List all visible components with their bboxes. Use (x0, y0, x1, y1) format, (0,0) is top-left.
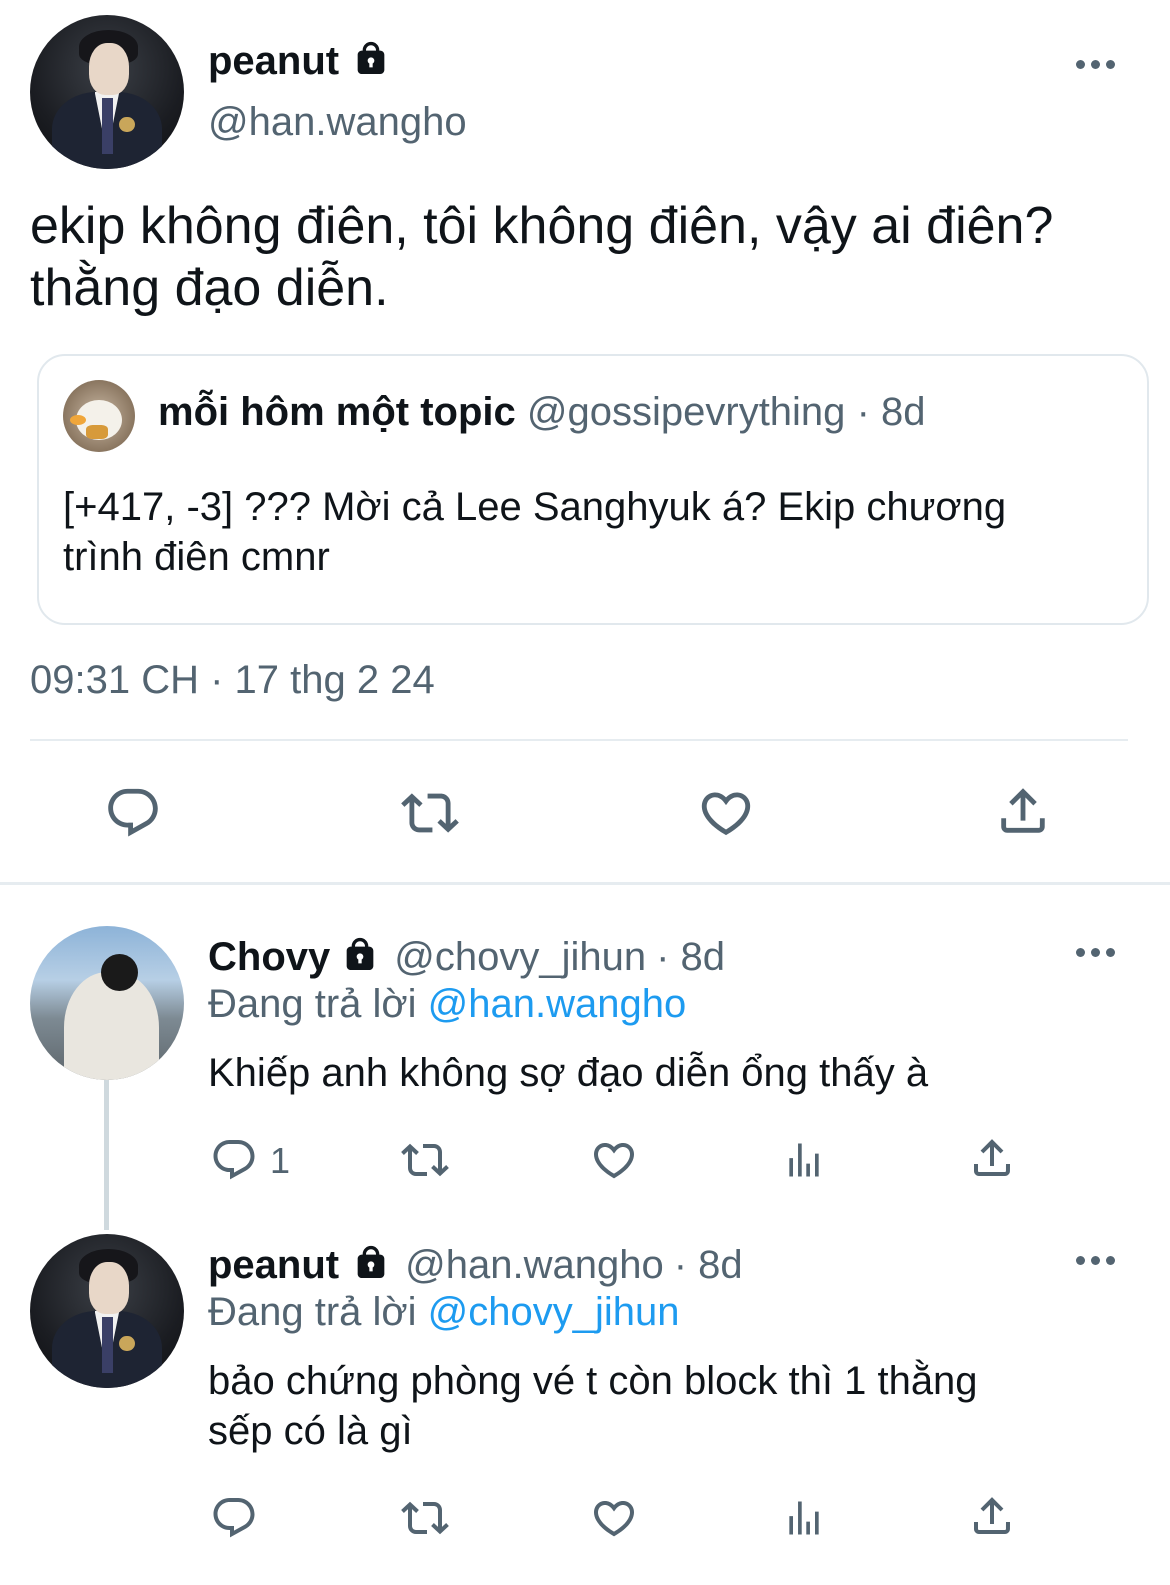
share-icon[interactable] (968, 1492, 1016, 1540)
replying-to-prefix: Đang trả lời (208, 1290, 417, 1334)
tweet-timestamp[interactable]: 09:31 CH · 17 thg 2 24 (30, 658, 435, 703)
reply-icon[interactable] (210, 1494, 258, 1542)
reply-author-handle[interactable]: @chovy_jihun (394, 935, 646, 980)
reply-author-name[interactable]: peanut (208, 1243, 339, 1288)
like-icon[interactable] (590, 1494, 638, 1542)
replying-to-line: Đang trả lời @chovy_jihun (208, 1290, 680, 1335)
quoted-author-handle: @gossipevrything (526, 390, 846, 434)
thread-connector (104, 1080, 109, 1230)
reply-text-line: bảo chứng phòng vé t còn block thì 1 thằ… (208, 1359, 978, 1403)
reply-header: Chovy @chovy_jihun · 8d (208, 932, 725, 982)
reply-icon[interactable] (104, 784, 162, 842)
reply-author-avatar[interactable] (30, 1234, 184, 1388)
reply-text-line: Khiếp anh không sợ đạo diễn ổng thấy à (208, 1051, 929, 1095)
replying-to-link[interactable]: @han.wangho (428, 982, 687, 1026)
retweet-icon[interactable] (398, 1494, 452, 1542)
quoted-text-line: [+417, -3] ??? Mời cả Lee Sanghyuk á? Ek… (63, 485, 1007, 529)
reply-text: Khiếp anh không sợ đạo diễn ổng thấy à (208, 1048, 928, 1098)
author-avatar[interactable] (30, 15, 184, 169)
reply-time: · 8d (656, 934, 726, 979)
quoted-text-line: trình điên cmnr (63, 535, 330, 579)
like-icon[interactable] (590, 1136, 638, 1184)
tweet-text: ekip không điên, tôi không điên, vậy ai … (30, 195, 1053, 319)
tweet-text-line: thằng đạo diễn. (30, 259, 389, 317)
quoted-author-avatar (63, 380, 135, 452)
share-icon[interactable] (968, 1134, 1016, 1182)
quoted-time: · 8d (856, 390, 926, 434)
reply-header: peanut @han.wangho · 8d (208, 1240, 743, 1290)
retweet-icon[interactable] (398, 1136, 452, 1184)
reply-text-line: sếp có là gì (208, 1409, 413, 1453)
author-name-row[interactable]: peanut (208, 36, 391, 86)
retweet-icon[interactable] (398, 784, 462, 842)
replying-to-line: Đang trả lời @han.wangho (208, 982, 686, 1027)
replying-to-prefix: Đang trả lời (208, 982, 417, 1026)
lock-icon (351, 1243, 391, 1288)
reply-author-name[interactable]: Chovy (208, 935, 330, 980)
quoted-text: [+417, -3] ??? Mời cả Lee Sanghyuk á? Ek… (63, 482, 1006, 582)
tweet-text-line: ekip không điên, tôi không điên, vậy ai … (30, 197, 1054, 255)
reply-author-handle[interactable]: @han.wangho (405, 1243, 664, 1288)
divider (30, 739, 1128, 741)
lock-icon (340, 935, 380, 980)
reply-author-avatar[interactable] (30, 926, 184, 1080)
more-options-icon[interactable] (1076, 1256, 1116, 1268)
like-icon[interactable] (697, 784, 755, 842)
reply-count: 1 (270, 1140, 291, 1181)
quoted-author-row: mỗi hôm một topic @gossipevrything · 8d (158, 390, 926, 435)
more-options-icon[interactable] (1076, 948, 1116, 960)
more-options-icon[interactable] (1076, 60, 1116, 72)
author-name[interactable]: peanut (208, 39, 339, 84)
section-divider (0, 882, 1170, 885)
analytics-icon[interactable] (782, 1496, 826, 1540)
share-icon[interactable] (994, 782, 1052, 840)
analytics-icon[interactable] (782, 1138, 826, 1182)
reply-text: bảo chứng phòng vé t còn block thì 1 thằ… (208, 1356, 978, 1456)
replying-to-link[interactable]: @chovy_jihun (428, 1290, 680, 1334)
reply-time: · 8d (673, 1242, 743, 1287)
quoted-author-name: mỗi hôm một topic (158, 390, 516, 434)
reply-icon[interactable] (210, 1136, 258, 1184)
lock-icon (351, 39, 391, 84)
author-handle[interactable]: @han.wangho (208, 100, 467, 145)
